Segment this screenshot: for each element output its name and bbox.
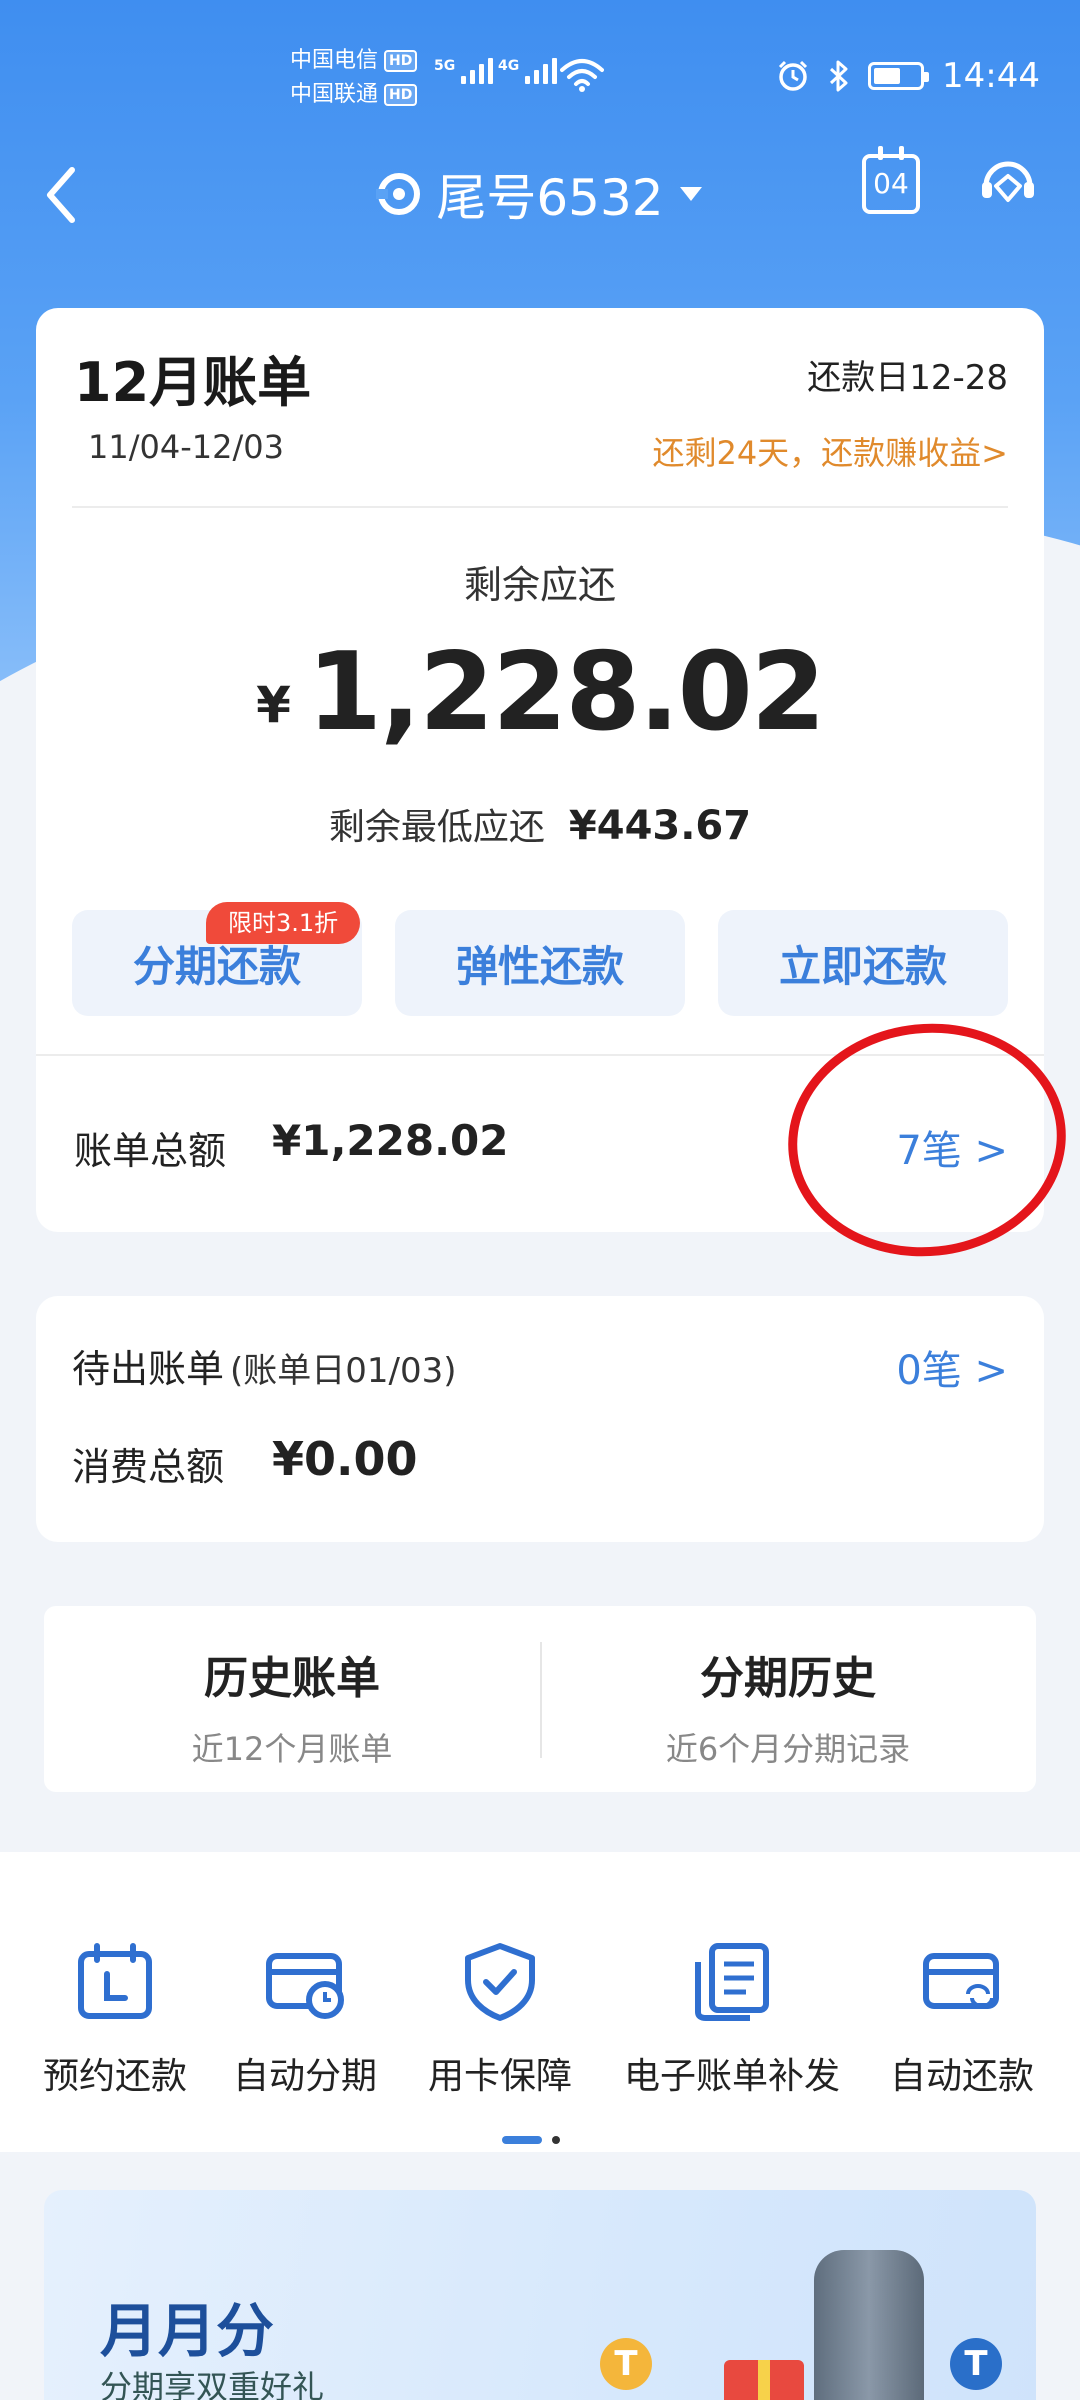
promo-subtitle: 分期享双重好礼 xyxy=(100,2368,325,2400)
service-label: 自动分期 xyxy=(232,2056,377,2097)
signal-5g-icon: 5G xyxy=(434,58,494,84)
signal-4g-icon: 4G xyxy=(498,58,558,84)
promo-banner[interactable]: 月月分 分期享双重好礼 xyxy=(44,2190,1036,2400)
installment-history-sub: 近6个月分期记录 xyxy=(665,1730,911,1768)
spend-amount: ¥0.00 xyxy=(272,1432,418,1486)
service-auto-repay[interactable]: 自动还款 xyxy=(882,1942,1042,2099)
minimum-payment: 剩余最低应还 ¥443.67 xyxy=(36,798,1044,850)
installment-history-entry[interactable]: 分期历史 近6个月分期记录 xyxy=(540,1642,1036,1770)
watermark-logo-icon: T xyxy=(600,2338,652,2390)
card-label: 尾号6532 xyxy=(436,169,664,227)
service-label: 用卡保障 xyxy=(427,2056,572,2097)
min-amount: ¥443.67 xyxy=(568,803,752,849)
status-right: 14:44 xyxy=(776,56,1040,96)
history-bills-sub: 近12个月账单 xyxy=(191,1730,393,1768)
spend-label: 消费总额 xyxy=(72,1445,225,1489)
service-scheduled-repay[interactable]: 预约还款 xyxy=(40,1942,190,2099)
service-ebill-resend[interactable]: 电子账单补发 xyxy=(612,1942,852,2099)
card-refresh-icon xyxy=(923,1953,999,2009)
service-auto-installment[interactable]: 自动分期 xyxy=(230,1942,380,2099)
bill-month-title: 12月账单 xyxy=(74,351,312,414)
calendar-l-icon xyxy=(78,1943,152,2019)
flexible-repay-button[interactable]: 弹性还款 xyxy=(395,910,685,1016)
due-date: 还款日12-28 xyxy=(807,358,1008,398)
alarm-icon xyxy=(778,60,808,91)
statement-date: (账单日01/03) xyxy=(230,1351,457,1391)
history-card: 历史账单 近12个月账单 分期历史 近6个月分期记录 xyxy=(44,1606,1036,1792)
pending-title: 待出账单 xyxy=(72,1347,225,1391)
card-clock-icon xyxy=(266,1953,344,2019)
hd-badge: HD xyxy=(384,84,418,106)
bluetooth-icon xyxy=(829,60,848,92)
remaining-days-link[interactable]: 还剩24天，还款赚收益> xyxy=(652,428,1008,474)
service-label: 电子账单补发 xyxy=(623,2056,840,2097)
remaining-amount-value: 1,228.02 xyxy=(306,630,826,755)
discount-badge: 限时3.1折 xyxy=(206,902,361,944)
status-bar: 中国电信 HD 中国联通 HD 5G 4G 14:44 xyxy=(0,0,1080,140)
quick-services: 预约还款 自动分期 用卡保障 电子账单补发 自动还款 xyxy=(0,1852,1080,2152)
carrier-1: 中国电信 xyxy=(290,48,379,73)
clock-time: 14:44 xyxy=(942,56,1040,96)
total-amount: ¥1,228.02 xyxy=(272,1116,509,1165)
promo-title: 月月分 xyxy=(100,2297,275,2365)
pending-label: 待出账单 (账单日01/03) xyxy=(72,1338,457,1393)
installment-history-title: 分期历史 xyxy=(700,1653,876,1704)
pending-count-link[interactable]: 0笔 > xyxy=(896,1338,1008,1396)
history-bills-entry[interactable]: 历史账单 近12个月账单 xyxy=(44,1642,540,1770)
history-bills-title: 历史账单 xyxy=(204,1653,380,1704)
remaining-amount: ¥ 1,228.02 xyxy=(36,638,1044,748)
customer-service-icon[interactable] xyxy=(976,152,1040,216)
gift-box-icon xyxy=(724,2360,804,2400)
pending-bill-card: 待出账单 (账单日01/03) 0笔 > 消费总额 ¥0.00 xyxy=(36,1296,1044,1542)
currency-symbol: ¥ xyxy=(256,676,291,734)
remaining-label: 剩余应还 xyxy=(463,563,616,607)
dropdown-icon xyxy=(679,187,702,201)
shield-check-icon xyxy=(465,1943,535,2021)
service-label: 预约还款 xyxy=(42,2056,187,2097)
calendar-icon[interactable]: 04 xyxy=(862,146,920,214)
watermark-logo-icon: T xyxy=(950,2338,1002,2390)
pay-now-button[interactable]: 立即还款 xyxy=(718,910,1008,1016)
bank-logo-icon xyxy=(376,173,421,215)
carrier-info: 中国电信 HD 中国联通 HD xyxy=(290,44,418,112)
carrier-2: 中国联通 xyxy=(290,82,379,107)
service-label: 自动还款 xyxy=(889,2056,1034,2097)
hd-badge: HD xyxy=(384,50,418,72)
divider xyxy=(72,506,1008,508)
document-icon xyxy=(695,1943,769,2021)
total-label: 账单总额 xyxy=(74,1129,227,1173)
service-card-protection[interactable]: 用卡保障 xyxy=(425,1942,575,2099)
bill-period: 11/04-12/03 xyxy=(88,428,284,466)
nav-bar: 尾号6532 04 xyxy=(0,140,1080,250)
battery-icon xyxy=(868,62,930,90)
page-indicator xyxy=(502,2136,560,2144)
smart-speaker-image xyxy=(814,2250,924,2400)
min-label: 剩余最低应还 xyxy=(328,807,545,848)
wifi-icon xyxy=(560,59,604,92)
